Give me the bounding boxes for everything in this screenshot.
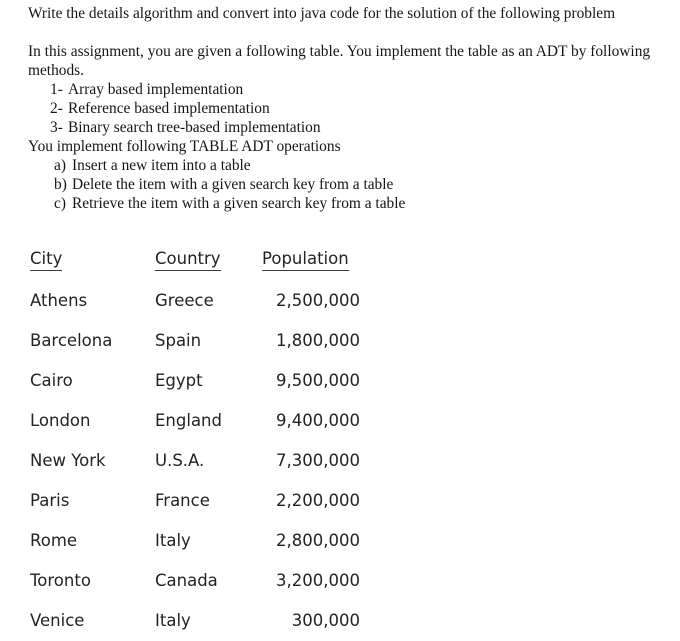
cell-city: Rome	[30, 531, 78, 550]
cell-population: 9,400,000	[276, 411, 360, 430]
cell-city: Cairo	[30, 371, 73, 390]
table-row: London England 9,400,000	[30, 401, 360, 441]
cell-population: 300,000	[291, 611, 360, 630]
cell-country: Italy	[155, 611, 191, 630]
cell-city: Venice	[30, 611, 85, 630]
intro-paragraph: Write the details algorithm and convert …	[28, 5, 616, 22]
column-header-country: Country	[155, 243, 262, 281]
cell-country: U.S.A.	[155, 451, 205, 470]
table-adt-operations-list: a) Insert a new item into a table b) Del…	[28, 156, 668, 213]
cell-city: Paris	[30, 491, 70, 510]
cell-population: 3,200,000	[276, 571, 360, 590]
list-item: 3- Binary search tree-based implementati…	[28, 118, 668, 137]
list-item: b) Delete the item with a given search k…	[28, 175, 668, 194]
assignment-paragraph: In this assignment, you are given a foll…	[28, 43, 651, 79]
cell-country: Greece	[155, 291, 214, 310]
cell-population: 9,500,000	[276, 371, 360, 390]
table-header-row: City Country Population	[30, 243, 360, 281]
column-header-population: Population	[262, 243, 360, 281]
list-item-label: Array based implementation	[68, 81, 244, 98]
column-header-city: City	[30, 243, 155, 281]
list-item-label: Reference based implementation	[68, 100, 270, 117]
list-item-label: Retrieve the item with a given search ke…	[72, 195, 406, 212]
column-header-country-label: Country	[155, 249, 221, 271]
cell-country: France	[155, 491, 210, 510]
list-marker: 3-	[50, 119, 63, 136]
cell-country: Egypt	[155, 371, 203, 390]
table-row: Toronto Canada 3,200,000	[30, 561, 360, 601]
cell-city: New York	[30, 451, 106, 470]
column-header-city-label: City	[30, 249, 63, 271]
cell-population: 2,200,000	[276, 491, 360, 510]
table-row: New York U.S.A. 7,300,000	[30, 441, 360, 481]
cell-country: England	[155, 411, 222, 430]
operations-heading: You implement following TABLE ADT operat…	[28, 138, 341, 155]
column-header-population-label: Population	[262, 249, 349, 271]
table-row: Paris France 2,200,000	[30, 481, 360, 521]
cell-city: Barcelona	[30, 331, 113, 350]
city-population-table: City Country Population Athens Greece 2,…	[30, 243, 360, 641]
table-row: Athens Greece 2,500,000	[30, 281, 360, 321]
list-marker: b)	[54, 176, 67, 193]
list-item: c) Retrieve the item with a given search…	[28, 194, 668, 213]
list-marker: 2-	[50, 100, 63, 117]
table-row: Cairo Egypt 9,500,000	[30, 361, 360, 401]
list-item-label: Delete the item with a given search key …	[72, 176, 394, 193]
table-header: City Country Population	[30, 243, 360, 281]
list-item: a) Insert a new item into a table	[28, 156, 668, 175]
cell-population: 2,500,000	[276, 291, 360, 310]
cell-city: Athens	[30, 291, 88, 310]
implementation-methods-list: 1- Array based implementation 2- Referen…	[28, 80, 668, 137]
cell-population: 2,800,000	[276, 531, 360, 550]
list-marker: a)	[54, 157, 66, 174]
list-item: 1- Array based implementation	[28, 80, 668, 99]
cell-country: Spain	[155, 331, 202, 350]
cell-population: 1,800,000	[276, 331, 360, 350]
list-marker: 1-	[50, 81, 63, 98]
table-row: Barcelona Spain 1,800,000	[30, 321, 360, 361]
cell-population: 7,300,000	[276, 451, 360, 470]
cell-country: Canada	[155, 571, 218, 590]
table-body: Athens Greece 2,500,000 Barcelona Spain …	[30, 281, 360, 641]
list-item-label: Insert a new item into a table	[72, 157, 251, 174]
cell-city: London	[30, 411, 91, 430]
table-row: Rome Italy 2,800,000	[30, 521, 360, 561]
document-page: Write the details algorithm and convert …	[0, 0, 680, 630]
list-marker: c)	[54, 195, 66, 212]
assignment-prose: Write the details algorithm and convert …	[28, 4, 668, 213]
list-item-label: Binary search tree-based implementation	[68, 119, 321, 136]
cell-city: Toronto	[30, 571, 91, 590]
list-item: 2- Reference based implementation	[28, 99, 668, 118]
table-row: Venice Italy 300,000	[30, 601, 360, 641]
cell-country: Italy	[155, 531, 191, 550]
